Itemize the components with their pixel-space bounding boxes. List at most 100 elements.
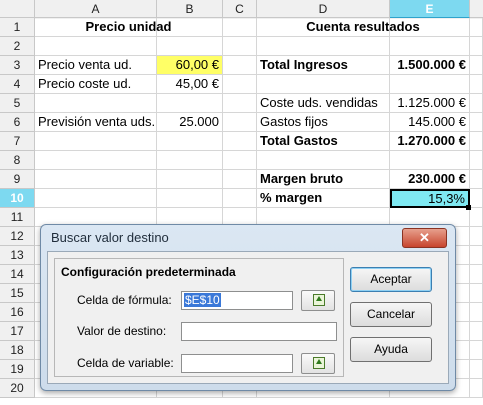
grid-cell[interactable] <box>223 56 257 75</box>
grid-cell[interactable] <box>390 75 470 94</box>
column-header-d[interactable]: D <box>257 0 390 18</box>
grid-cell[interactable] <box>470 322 483 341</box>
grid-cell[interactable] <box>223 151 257 170</box>
grid-cell[interactable] <box>223 170 257 189</box>
grid-cell[interactable] <box>470 170 483 189</box>
grid-cell[interactable] <box>470 37 483 56</box>
grid-cell[interactable] <box>390 151 470 170</box>
target-value-input[interactable] <box>181 322 337 341</box>
grid-cell[interactable] <box>470 94 483 113</box>
cell-a3[interactable]: Precio venta ud. <box>35 56 157 75</box>
grid-cell[interactable] <box>470 265 483 284</box>
grid-cell[interactable] <box>470 75 483 94</box>
ok-button[interactable]: Aceptar <box>350 267 432 292</box>
row-header-6[interactable]: 6 <box>0 113 35 132</box>
grid-cell[interactable] <box>223 132 257 151</box>
grid-cell[interactable] <box>157 94 223 113</box>
cell-b6[interactable]: 25.000 <box>157 113 223 132</box>
cell-b4[interactable]: 45,00 € <box>157 75 223 94</box>
grid-cell[interactable] <box>157 151 223 170</box>
grid-cell[interactable] <box>470 132 483 151</box>
grid-cell[interactable] <box>470 284 483 303</box>
row-header-4[interactable]: 4 <box>0 75 35 94</box>
row-header-1[interactable]: 1 <box>0 18 35 37</box>
row-header-3[interactable]: 3 <box>0 56 35 75</box>
grid-cell[interactable] <box>470 113 483 132</box>
grid-cell[interactable] <box>470 151 483 170</box>
row-header-19[interactable]: 19 <box>0 360 35 379</box>
cancel-button[interactable]: Cancelar <box>350 302 432 327</box>
column-header-c[interactable]: C <box>223 0 257 18</box>
cell-d9[interactable]: Margen bruto <box>257 170 390 189</box>
grid-cell[interactable] <box>223 94 257 113</box>
grid-cell[interactable] <box>157 170 223 189</box>
grid-cell[interactable] <box>470 18 483 37</box>
cell-e9[interactable]: 230.000 € <box>390 170 470 189</box>
cell-e10-active[interactable]: 15,3% <box>390 189 470 208</box>
select-all-corner[interactable] <box>0 0 35 18</box>
grid-cell[interactable] <box>157 37 223 56</box>
cell-e5[interactable]: 1.125.000 € <box>390 94 470 113</box>
grid-cell[interactable] <box>257 75 390 94</box>
column-header-a[interactable]: A <box>35 0 157 18</box>
cell-a6[interactable]: Previsión venta uds. <box>35 113 157 132</box>
close-button[interactable]: ✕ <box>402 228 447 248</box>
grid-cell[interactable] <box>470 56 483 75</box>
row-header-20[interactable]: 20 <box>0 379 35 398</box>
help-button[interactable]: Ayuda <box>350 337 432 362</box>
row-header-7[interactable]: 7 <box>0 132 35 151</box>
grid-cell[interactable] <box>257 37 390 56</box>
grid-cell[interactable] <box>470 227 483 246</box>
row-header-11[interactable]: 11 <box>0 208 35 227</box>
grid-cell[interactable] <box>470 189 483 208</box>
variable-shrink-button[interactable] <box>301 353 335 374</box>
grid-cell[interactable] <box>157 189 223 208</box>
row-header-8[interactable]: 8 <box>0 151 35 170</box>
grid-cell[interactable] <box>35 170 157 189</box>
cell-d6[interactable]: Gastos fijos <box>257 113 390 132</box>
column-header-e[interactable]: E <box>390 0 470 18</box>
row-header-10[interactable]: 10 <box>0 189 35 208</box>
cell-e7[interactable]: 1.270.000 € <box>390 132 470 151</box>
grid-cell[interactable] <box>223 37 257 56</box>
grid-cell[interactable] <box>35 37 157 56</box>
grid-cell[interactable] <box>257 151 390 170</box>
grid-cell[interactable] <box>35 151 157 170</box>
row-header-15[interactable]: 15 <box>0 284 35 303</box>
cell-d1[interactable]: Cuenta resultados <box>257 18 470 37</box>
row-header-16[interactable]: 16 <box>0 303 35 322</box>
cell-d3[interactable]: Total Ingresos <box>257 56 390 75</box>
grid-cell[interactable] <box>470 246 483 265</box>
cell-b3[interactable]: 60,00 € <box>157 56 223 75</box>
grid-cell[interactable] <box>223 189 257 208</box>
grid-cell[interactable] <box>470 303 483 322</box>
cell-a1[interactable]: Precio unidad <box>35 18 223 37</box>
grid-cell[interactable] <box>223 75 257 94</box>
grid-cell[interactable] <box>470 208 483 227</box>
cell-e6[interactable]: 145.000 € <box>390 113 470 132</box>
grid-cell[interactable] <box>35 189 157 208</box>
grid-cell[interactable] <box>470 360 483 379</box>
cell-e3[interactable]: 1.500.000 € <box>390 56 470 75</box>
grid-cell[interactable] <box>35 132 157 151</box>
formula-cell-input[interactable]: $E$10 <box>181 291 293 310</box>
column-header-b[interactable]: B <box>157 0 223 18</box>
row-header-17[interactable]: 17 <box>0 322 35 341</box>
grid-cell[interactable] <box>470 341 483 360</box>
formula-shrink-button[interactable] <box>301 290 335 311</box>
variable-cell-input[interactable] <box>181 354 293 373</box>
column-header-f[interactable] <box>470 0 483 18</box>
row-header-13[interactable]: 13 <box>0 246 35 265</box>
row-header-2[interactable]: 2 <box>0 37 35 56</box>
row-header-14[interactable]: 14 <box>0 265 35 284</box>
grid-cell[interactable] <box>35 94 157 113</box>
grid-cell[interactable] <box>223 18 257 37</box>
cell-a4[interactable]: Precio coste ud. <box>35 75 157 94</box>
row-header-12[interactable]: 12 <box>0 227 35 246</box>
cell-d7[interactable]: Total Gastos <box>257 132 390 151</box>
row-header-5[interactable]: 5 <box>0 94 35 113</box>
cell-d10[interactable]: % margen <box>257 189 390 208</box>
grid-cell[interactable] <box>157 132 223 151</box>
cell-d5[interactable]: Coste uds. vendidas <box>257 94 390 113</box>
row-header-9[interactable]: 9 <box>0 170 35 189</box>
